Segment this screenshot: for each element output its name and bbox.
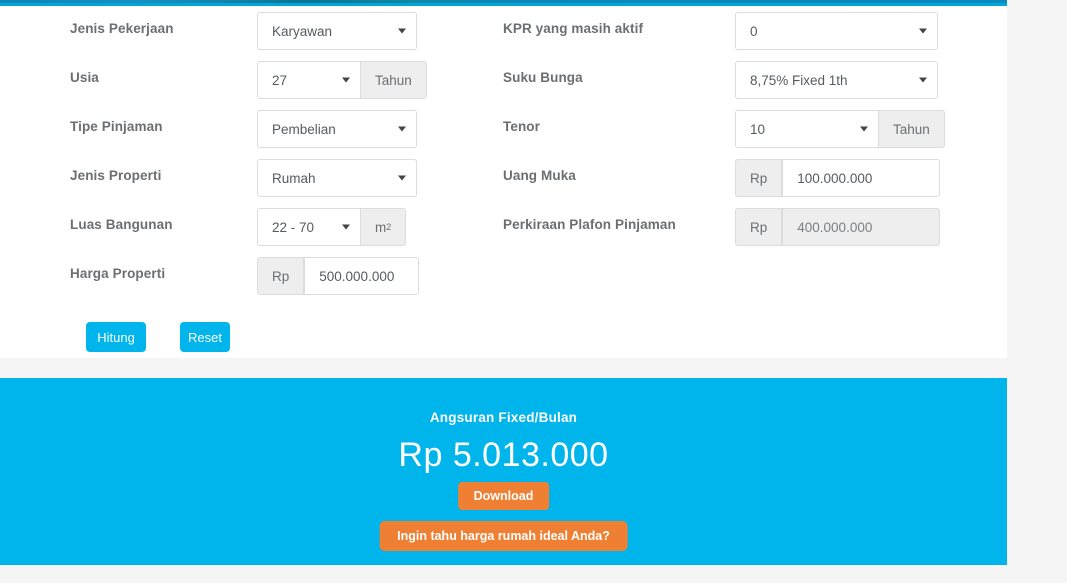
control-luas-bangunan: 22 - 70 m2 xyxy=(257,208,407,246)
addon-plafon-pinjaman-currency: Rp xyxy=(735,208,783,246)
control-jenis-properti: Rumah xyxy=(257,159,417,197)
control-tenor: 10 Tahun xyxy=(735,110,945,148)
field-row-plafon-pinjaman: Perkiraan Plafon Pinjaman Rp 400.000.000 xyxy=(433,202,1007,251)
select-jenis-pekerjaan[interactable]: Karyawan xyxy=(257,12,417,50)
form-column-left: Jenis Pekerjaan Karyawan Usia 27 Tahun T… xyxy=(0,6,480,300)
control-kpr-aktif: 0 xyxy=(735,12,938,50)
right-page-margin xyxy=(1007,0,1067,583)
select-usia[interactable]: 27 xyxy=(257,61,360,99)
input-harga-properti[interactable]: 500.000.000 xyxy=(304,257,420,295)
select-jenis-properti[interactable]: Rumah xyxy=(257,159,417,197)
select-kpr-aktif-value: 0 xyxy=(750,23,758,39)
select-tipe-pinjaman[interactable]: Pembelian xyxy=(257,110,417,148)
select-luas-bangunan-value: 22 - 70 xyxy=(272,219,315,235)
input-uang-muka[interactable]: 100.000.000 xyxy=(782,159,941,197)
chevron-down-icon xyxy=(342,77,350,83)
addon-usia-unit: Tahun xyxy=(360,61,427,99)
field-row-luas-bangunan: Luas Bangunan 22 - 70 m2 xyxy=(0,202,480,251)
result-title: Angsuran Fixed/Bulan xyxy=(429,410,578,425)
addon-tenor-unit: Tahun xyxy=(878,110,945,148)
field-row-suku-bunga: Suku Bunga 8,75% Fixed 1th xyxy=(433,55,1007,104)
chevron-down-icon xyxy=(342,224,350,230)
label-plafon-pinjaman: Perkiraan Plafon Pinjaman xyxy=(503,217,676,232)
result-amount: Rp 5.013.000 xyxy=(398,436,609,474)
label-jenis-properti: Jenis Properti xyxy=(70,168,162,183)
input-plafon-pinjaman: 400.000.000 xyxy=(782,208,941,246)
addon-uang-muka-currency: Rp xyxy=(735,159,783,197)
reset-button[interactable]: Reset xyxy=(180,322,230,352)
label-suku-bunga: Suku Bunga xyxy=(503,70,583,85)
select-jenis-properti-value: Rumah xyxy=(272,170,316,186)
calculator-form-panel: Jenis Pekerjaan Karyawan Usia 27 Tahun T… xyxy=(0,6,1007,358)
control-suku-bunga: 8,75% Fixed 1th xyxy=(735,61,938,99)
addon-luas-bangunan-unit: m2 xyxy=(360,208,407,246)
field-row-tipe-pinjaman: Tipe Pinjaman Pembelian xyxy=(0,104,480,153)
control-uang-muka: Rp 100.000.000 xyxy=(735,159,941,197)
chevron-down-icon xyxy=(919,28,927,34)
form-column-right: KPR yang masih aktif 0 Suku Bunga 8,75% … xyxy=(433,6,1007,251)
select-suku-bunga-value: 8,75% Fixed 1th xyxy=(750,72,848,88)
select-jenis-pekerjaan-value: Karyawan xyxy=(272,23,333,39)
field-row-tenor: Tenor 10 Tahun xyxy=(433,104,1007,153)
label-uang-muka: Uang Muka xyxy=(503,168,576,183)
label-jenis-pekerjaan: Jenis Pekerjaan xyxy=(70,21,174,36)
bottom-page-margin xyxy=(0,565,1067,583)
chevron-down-icon xyxy=(860,126,868,132)
chevron-down-icon xyxy=(398,175,406,181)
select-tenor-value: 10 xyxy=(750,121,766,137)
field-row-uang-muka: Uang Muka Rp 100.000.000 xyxy=(433,153,1007,202)
label-tenor: Tenor xyxy=(503,119,540,134)
ideal-price-button[interactable]: Ingin tahu harga rumah ideal Anda? xyxy=(379,521,628,551)
control-usia: 27 Tahun xyxy=(257,61,427,99)
select-usia-value: 27 xyxy=(272,72,288,88)
label-usia: Usia xyxy=(70,70,99,85)
control-tipe-pinjaman: Pembelian xyxy=(257,110,417,148)
field-row-jenis-pekerjaan: Jenis Pekerjaan Karyawan xyxy=(0,6,480,55)
label-kpr-aktif: KPR yang masih aktif xyxy=(503,21,644,36)
control-harga-properti: Rp 500.000.000 xyxy=(257,257,420,295)
addon-harga-properti-currency: Rp xyxy=(257,257,305,295)
section-gap xyxy=(0,358,1067,378)
top-accent-bar-gradient xyxy=(0,0,1007,3)
select-kpr-aktif[interactable]: 0 xyxy=(735,12,938,50)
select-tipe-pinjaman-value: Pembelian xyxy=(272,121,336,137)
field-row-kpr-aktif: KPR yang masih aktif 0 xyxy=(433,6,1007,55)
label-harga-properti: Harga Properti xyxy=(70,266,166,281)
download-button[interactable]: Download xyxy=(457,482,550,510)
field-row-usia: Usia 27 Tahun xyxy=(0,55,480,104)
result-panel: Angsuran Fixed/Bulan Rp 5.013.000 Downlo… xyxy=(0,378,1007,565)
field-row-jenis-properti: Jenis Properti Rumah xyxy=(0,153,480,202)
control-plafon-pinjaman: Rp 400.000.000 xyxy=(735,208,941,246)
label-luas-bangunan: Luas Bangunan xyxy=(70,217,173,232)
select-luas-bangunan[interactable]: 22 - 70 xyxy=(257,208,360,246)
chevron-down-icon xyxy=(398,28,406,34)
calculate-button[interactable]: Hitung xyxy=(86,322,146,352)
field-row-harga-properti: Harga Properti Rp 500.000.000 xyxy=(0,251,480,300)
select-suku-bunga[interactable]: 8,75% Fixed 1th xyxy=(735,61,938,99)
page-root: Jenis Pekerjaan Karyawan Usia 27 Tahun T… xyxy=(0,0,1067,583)
control-jenis-pekerjaan: Karyawan xyxy=(257,12,417,50)
label-tipe-pinjaman: Tipe Pinjaman xyxy=(70,119,163,134)
addon-unit-m: m xyxy=(375,219,387,235)
chevron-down-icon xyxy=(919,77,927,83)
select-tenor[interactable]: 10 xyxy=(735,110,878,148)
chevron-down-icon xyxy=(398,126,406,132)
